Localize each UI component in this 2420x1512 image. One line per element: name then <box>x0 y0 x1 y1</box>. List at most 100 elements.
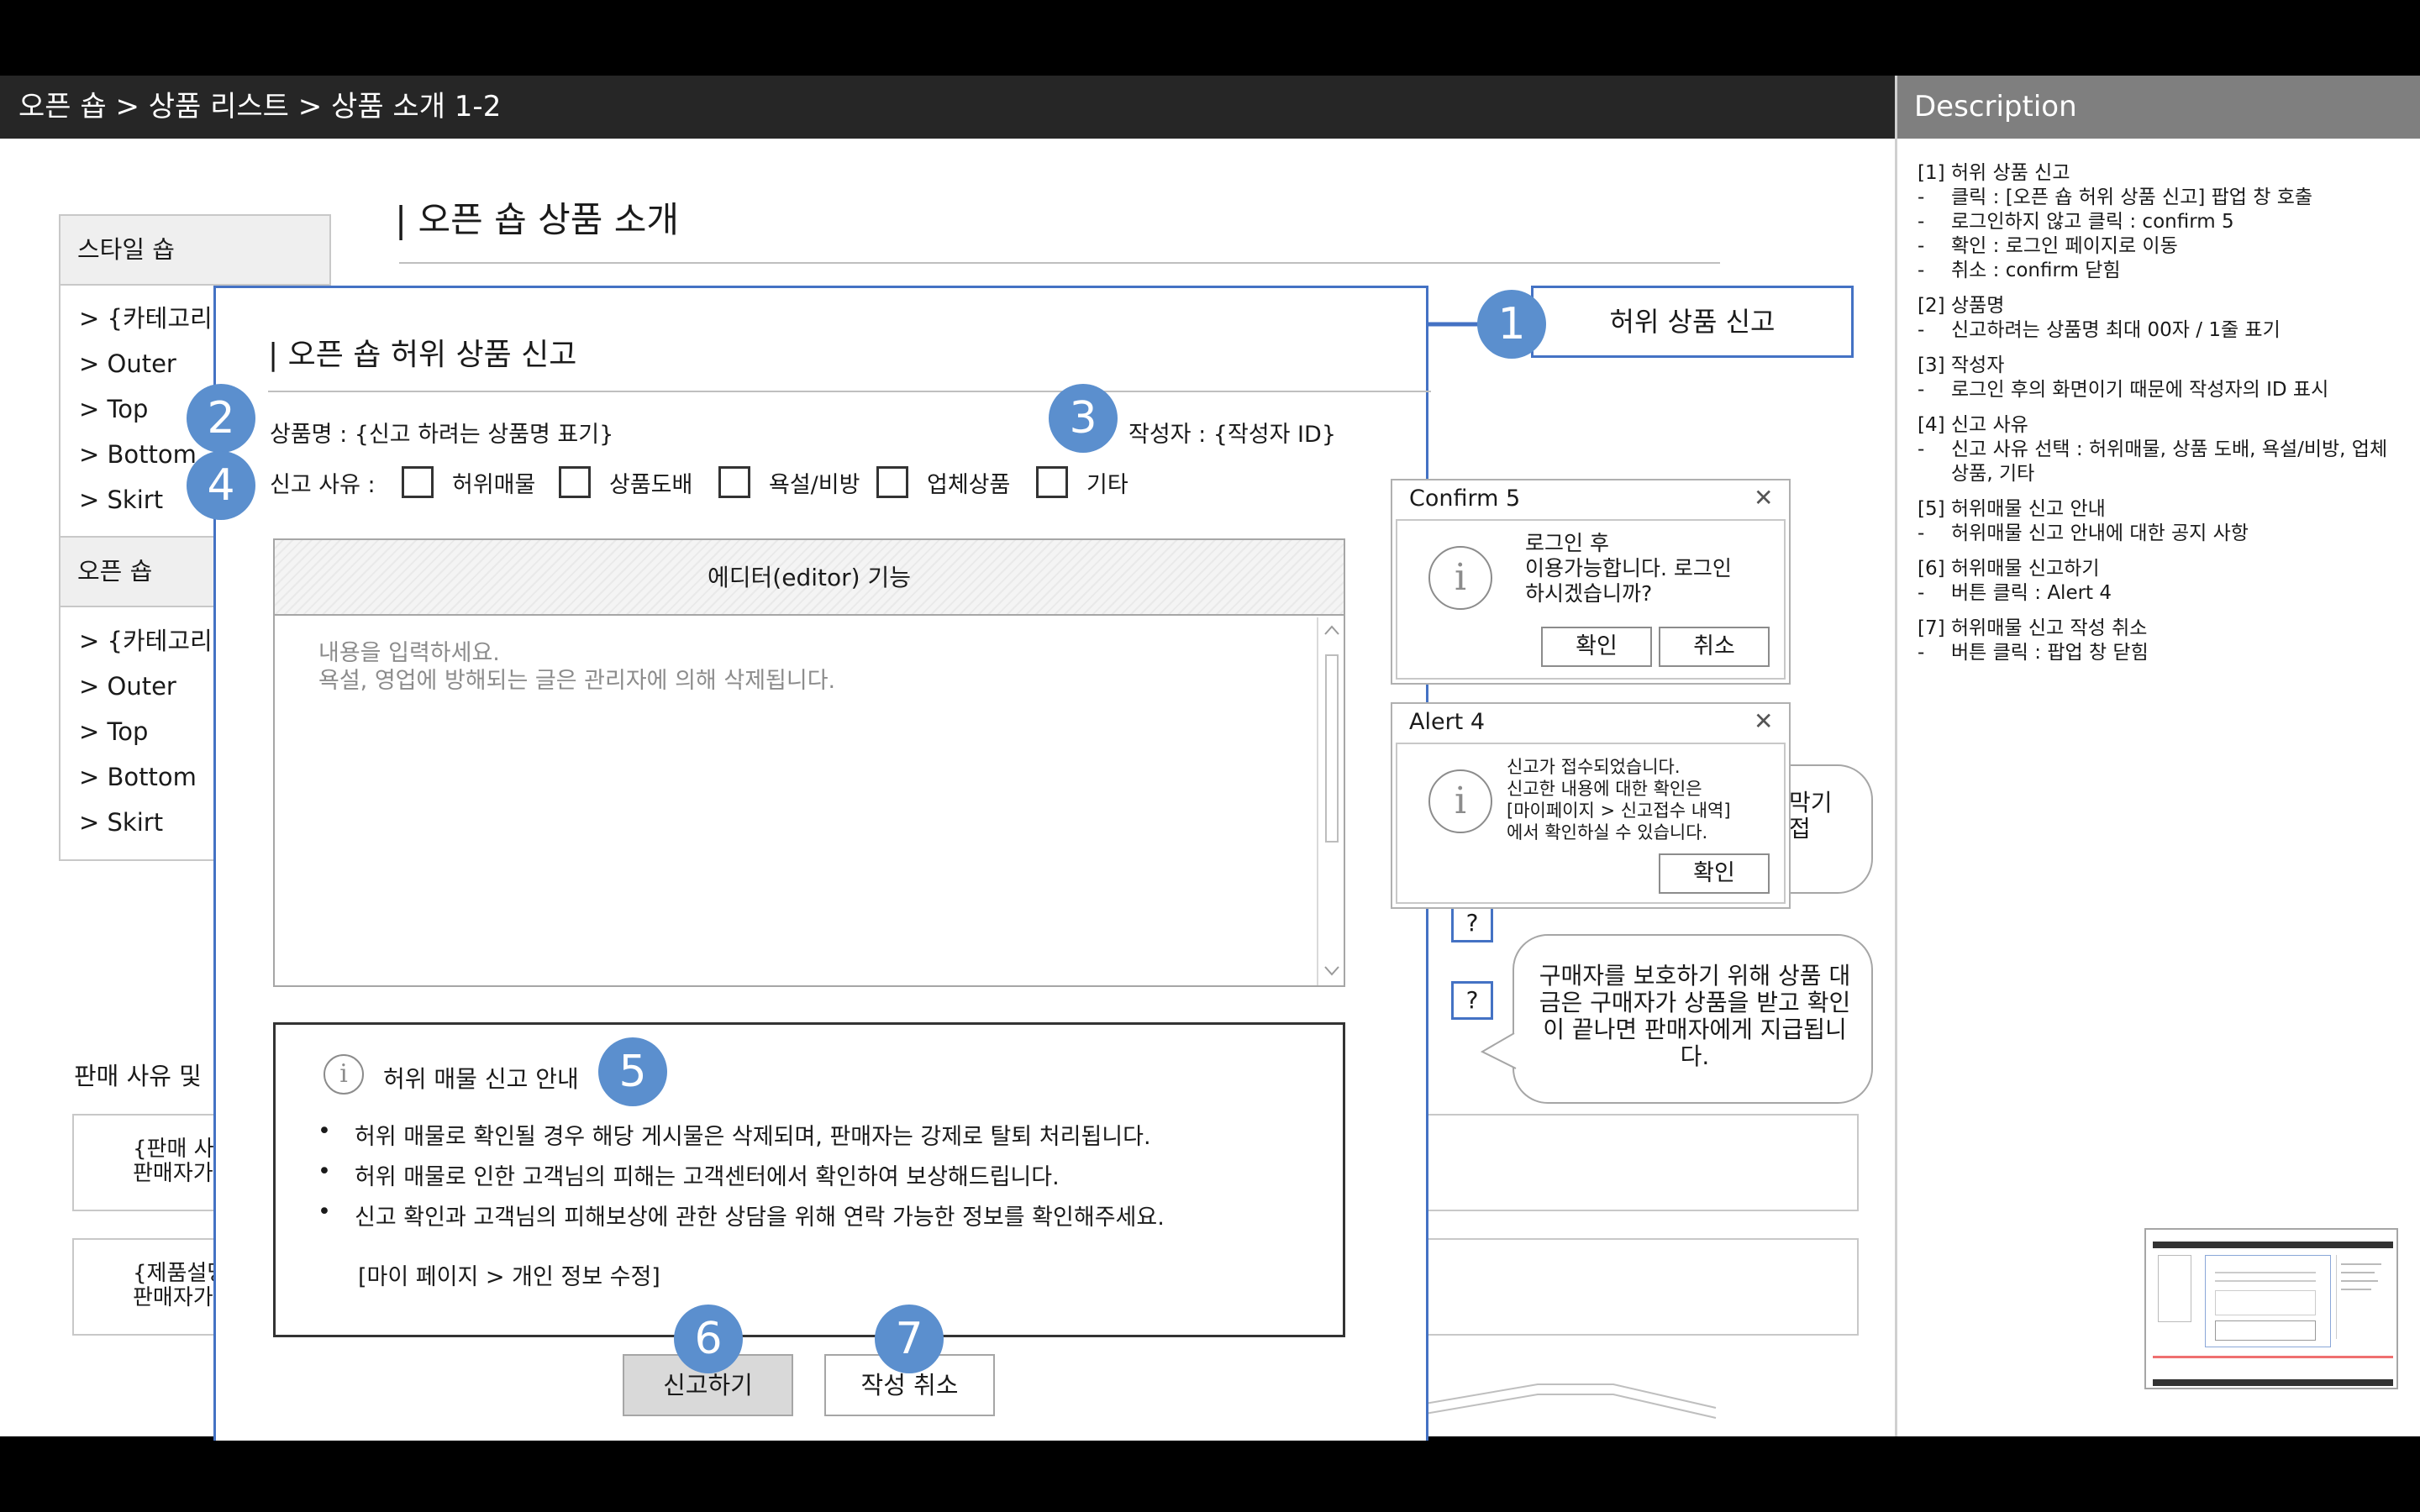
decorative-lines <box>1420 1383 1717 1419</box>
dialog-message-line: [마이페이지 > 신고접수 내역] <box>1507 801 1731 821</box>
callout-badge: 5 <box>598 1037 667 1106</box>
help-question-button[interactable]: ? <box>1451 981 1493 1020</box>
reason-checkbox[interactable] <box>402 466 434 498</box>
description-item: 버튼 클릭 : Alert 4 <box>1951 582 2112 604</box>
dialog-message-line: 로그인 후 <box>1525 531 1609 555</box>
mypage-link[interactable]: [마이 페이지 > 개인 정보 수정] <box>358 1258 660 1291</box>
confirm-cancel-button[interactable]: 취소 <box>1659 627 1770 667</box>
alert-ok-button[interactable]: 확인 <box>1659 853 1770 894</box>
description-section: [2] 상품명 - 신고하려는 상품명 최대 00자 / 1줄 표기 <box>1918 294 2405 343</box>
dialog-body: i 로그인 후 이용가능합니다. 로그인 하시겠습니까? 확인 취소 <box>1396 519 1786 680</box>
confirm-ok-button[interactable]: 확인 <box>1541 627 1652 667</box>
help-question-button[interactable]: ? <box>1451 904 1493 942</box>
dialog-message-line: 이용가능합니다. 로그인 <box>1525 556 1732 580</box>
editor-toolbar: 에디터(editor) 기능 <box>275 540 1344 616</box>
scrollbar-thumb[interactable] <box>1325 654 1339 843</box>
reason-checkbox[interactable] <box>718 466 750 498</box>
tooltip-text: 막기 <box>1789 789 1833 816</box>
callout-badge: 3 <box>1049 384 1118 453</box>
sale-reason-text: 판매자가 <box>133 1161 213 1186</box>
dialog-title: Alert 4 <box>1409 709 1486 735</box>
dialog-message-line: 에서 확인하실 수 있습니다. <box>1507 822 1708 843</box>
callout-badge: 6 <box>674 1305 743 1373</box>
description-item: 취소 : confirm 닫힘 <box>1951 260 2121 281</box>
callout-badge: 2 <box>187 384 255 453</box>
bottom-letterbox <box>0 1436 2420 1512</box>
dialog-title: Confirm 5 <box>1409 486 1521 512</box>
description-section: [6] 허위매물 신고하기 - 버튼 클릭 : Alert 4 <box>1918 557 2405 606</box>
product-name-label: 상품명 : {신고 하려는 상품명 표기} <box>270 422 614 448</box>
reason-option-label: 허위매물 <box>452 472 536 498</box>
description-panel: [1] 허위 상품 신고 - 클릭 : [오픈 숍 허위 상품 신고] 팝업 창 … <box>1918 161 2405 676</box>
report-fake-product-button[interactable]: 허위 상품 신고 <box>1531 286 1854 358</box>
reason-option-label: 상품도배 <box>609 472 693 498</box>
description-section-title: [6] 허위매물 신고하기 <box>1918 558 2100 580</box>
close-icon[interactable]: ✕ <box>1754 707 1773 735</box>
tooltip-text: 구매자를 보호하기 위해 상품 대금은 구매자가 상품을 받고 확인이 끝나면 … <box>1539 962 1851 1070</box>
popup-title: | 오픈 숍 허위 상품 신고 <box>268 338 577 372</box>
description-section-title: [7] 허위매물 신고 작성 취소 <box>1918 617 2148 639</box>
editor-placeholder-line: 욕설, 영업에 방해되는 글은 관리자에 의해 삭제됩니다. <box>318 668 836 694</box>
writer-label: 작성자 : {작성자 ID} <box>1128 422 1336 448</box>
dialog-message-line: 하시겠습니까? <box>1525 581 1653 606</box>
alert-dialog: Alert 4 ✕ i 신고가 접수되었습니다. 신고한 내용에 대한 확인은 … <box>1391 702 1791 909</box>
report-notice-box: i 허위 매물 신고 안내 • 허위 매물로 확인될 경우 해당 게시물은 삭제… <box>273 1022 1345 1337</box>
description-item: 신고하려는 상품명 최대 00자 / 1줄 표기 <box>1951 319 2281 341</box>
notice-item: 허위 매물로 인한 고객님의 피해는 고객센터에서 확인하여 보상해드립니다. <box>355 1164 1060 1190</box>
tooltip-bubble: 구매자를 보호하기 위해 상품 대금은 구매자가 상품을 받고 확인이 끝나면 … <box>1512 934 1873 1104</box>
top-letterbox <box>0 0 2420 76</box>
dialog-message: 신고가 접수되었습니다. 신고한 내용에 대한 확인은 [마이페이지 > 신고접… <box>1507 756 1731 843</box>
page-thumbnail[interactable] <box>2144 1228 2398 1389</box>
panel-divider <box>1895 76 1897 1436</box>
page-title: | 오픈 숍 상품 소개 <box>395 199 680 240</box>
callout-badge: 7 <box>875 1305 944 1373</box>
description-item: 허위매물 신고 안내에 대한 공지 사항 <box>1951 522 2249 544</box>
notice-bullet: • <box>318 1199 331 1225</box>
description-section-title: [2] 상품명 <box>1918 295 2005 317</box>
report-reason-label: 신고 사유 : <box>270 472 376 498</box>
notice-bullet: • <box>318 1118 331 1144</box>
description-section: [1] 허위 상품 신고 - 클릭 : [오픈 숍 허위 상품 신고] 팝업 창 … <box>1918 161 2405 283</box>
info-icon: i <box>1428 769 1492 833</box>
chevron-up-icon[interactable] <box>1323 624 1340 636</box>
description-item: 로그인 후의 화면이기 때문에 작성자의 ID 표시 <box>1951 379 2329 401</box>
description-section-title: [4] 신고 사유 <box>1918 414 2028 436</box>
notice-item: 신고 확인과 고객님의 피해보상에 관한 상담을 위해 연락 가능한 정보를 확… <box>355 1205 1165 1231</box>
reason-option-label: 업체상품 <box>927 472 1011 498</box>
notice-item: 허위 매물로 확인될 경우 해당 게시물은 삭제되며, 판매자는 강제로 탈퇴 … <box>355 1124 1151 1150</box>
confirm-dialog: Confirm 5 ✕ i 로그인 후 이용가능합니다. 로그인 하시겠습니까?… <box>1391 479 1791 685</box>
sale-reason-label: 판매 사유 및 <box>74 1062 202 1090</box>
callout-badge: 1 <box>1477 290 1546 359</box>
editor-scrollbar[interactable] <box>1317 617 1344 985</box>
description-section-title: [1] 허위 상품 신고 <box>1918 162 2070 184</box>
dialog-message-line: 신고한 내용에 대한 확인은 <box>1507 779 1702 799</box>
reason-option-label: 욕설/비방 <box>769 472 860 498</box>
reason-option-label: 기타 <box>1086 472 1128 498</box>
chevron-down-icon[interactable] <box>1323 965 1340 977</box>
description-item: 버튼 클릭 : 팝업 창 닫힘 <box>1951 642 2149 664</box>
tooltip-text: 접 <box>1789 815 1811 843</box>
sale-reason-text: {판매 사 <box>133 1137 214 1162</box>
dialog-body: i 신고가 접수되었습니다. 신고한 내용에 대한 확인은 [마이페이지 > 신… <box>1396 743 1786 904</box>
breadcrumb: 오픈 숍 > 상품 리스트 > 상품 소개 1-2 <box>0 76 1895 139</box>
description-item: 신고 사유 선택 : 허위매물, 상품 도배, 욕설/비방, 업체상품, 기타 <box>1951 438 2388 485</box>
reason-checkbox[interactable] <box>1036 466 1068 498</box>
bubble-tail <box>1480 1032 1517 1069</box>
description-section: [3] 작성자 - 로그인 후의 화면이기 때문에 작성자의 ID 표시 <box>1918 354 2405 402</box>
description-section: [4] 신고 사유 - 신고 사유 선택 : 허위매물, 상품 도배, 욕설/비방… <box>1918 413 2405 486</box>
title-divider <box>399 262 1720 264</box>
description-section-title: [3] 작성자 <box>1918 354 2005 376</box>
description-section: [7] 허위매물 신고 작성 취소 - 버튼 클릭 : 팝업 창 닫힘 <box>1918 617 2405 665</box>
content-editor[interactable]: 에디터(editor) 기능 내용을 입력하세요. 욕설, 영업에 방해되는 글… <box>273 538 1345 987</box>
notice-title: 허위 매물 신고 안내 <box>383 1065 579 1093</box>
popup-title-divider <box>268 391 1431 392</box>
description-section: [5] 허위매물 신고 안내 - 허위매물 신고 안내에 대한 공지 사항 <box>1918 497 2405 546</box>
description-title: Description <box>1897 76 2420 139</box>
sidebar-section-title: 스타일 숍 <box>59 214 331 286</box>
close-icon[interactable]: ✕ <box>1754 484 1773 512</box>
reason-checkbox[interactable] <box>559 466 591 498</box>
editor-placeholder: 내용을 입력하세요. 욕설, 영업에 방해되는 글은 관리자에 의해 삭제됩니다… <box>318 639 835 695</box>
reason-checkbox[interactable] <box>876 466 908 498</box>
dialog-message: 로그인 후 이용가능합니다. 로그인 하시겠습니까? <box>1525 531 1732 606</box>
description-item: 로그인하지 않고 클릭 : confirm 5 <box>1951 211 2234 233</box>
